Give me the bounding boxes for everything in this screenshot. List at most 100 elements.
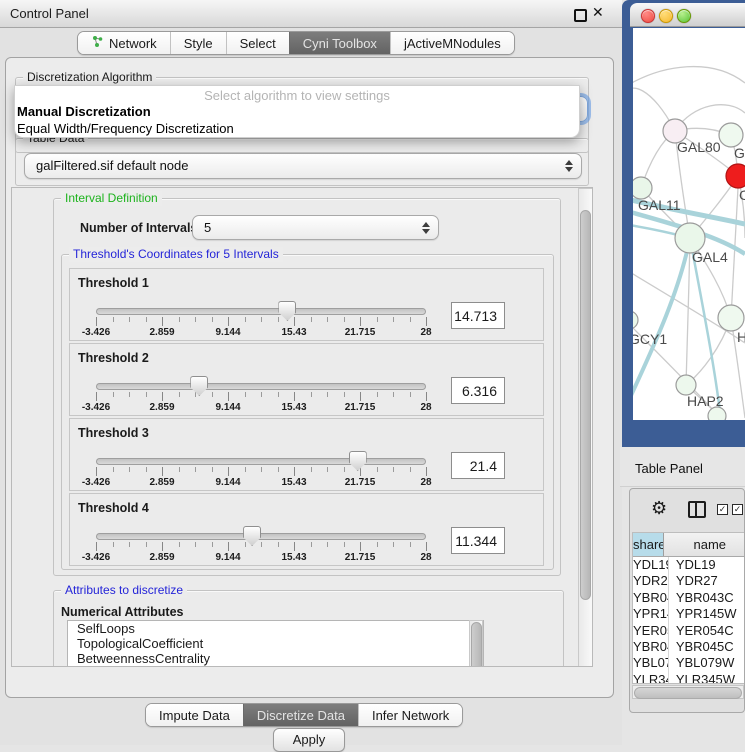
gear-icon[interactable]: ⚙: [651, 498, 667, 519]
tab-network[interactable]: Network: [78, 32, 170, 54]
table-row[interactable]: YPR145WYPR145W: [633, 606, 744, 622]
tab-style[interactable]: Style: [170, 32, 226, 54]
network-node-h[interactable]: [718, 305, 744, 331]
checkbox-icon[interactable]: ✓: [717, 504, 728, 515]
table-row[interactable]: YDL19...YDL19: [633, 557, 744, 573]
network-canvas[interactable]: GAL80GACGAL11GAL4GCY1HHAP2: [633, 28, 745, 420]
dropdown-option[interactable]: Equal Width/Frequency Discretization: [15, 120, 579, 137]
network-edge[interactable]: [731, 188, 738, 318]
attribute-list-item[interactable]: BetweennessCentrality: [68, 651, 483, 666]
threshold-slider[interactable]: -3.4262.8599.14415.4321.71528: [96, 381, 426, 415]
dropdown-placeholder-item: Select algorithm to view settings: [15, 86, 579, 103]
threshold-slider[interactable]: -3.4262.8599.14415.4321.71528: [96, 531, 426, 565]
threshold-value-field[interactable]: 11.344: [451, 527, 505, 554]
table-scrollbar-thumb[interactable]: [634, 687, 742, 699]
numerical-attributes-label: Numerical Attributes: [61, 605, 183, 619]
threshold-panel: Threshold 2 -3.4262.8599.14415.4321.7152…: [69, 343, 544, 416]
threshold-slider[interactable]: -3.4262.8599.14415.4321.71528: [96, 456, 426, 490]
table-column-header[interactable]: shared...: [633, 533, 664, 556]
table-row[interactable]: YBR043CYBR043C: [633, 590, 744, 606]
discretization-algorithm-group-label: Discretization Algorithm: [23, 70, 156, 85]
slider-ticks: [96, 317, 426, 326]
minimize-light-icon[interactable]: [659, 9, 673, 23]
network-node-c[interactable]: [726, 164, 745, 188]
table-data-group: Table Data galFiltered.sif default node: [15, 138, 589, 186]
settings-scrollbar-thumb[interactable]: [580, 210, 591, 600]
apply-button[interactable]: Apply: [273, 728, 345, 752]
table-cell: YER054C: [669, 623, 744, 639]
threshold-label: Threshold 2: [78, 351, 149, 365]
numerical-attributes-list[interactable]: SelfLoopsTopologicalCoefficientBetweenne…: [67, 620, 484, 667]
close-light-icon[interactable]: [641, 9, 655, 23]
table-horizontal-scrollbar[interactable]: [632, 685, 744, 699]
threshold-value-field[interactable]: 6.316: [451, 377, 505, 404]
attribute-list-item[interactable]: SelfLoops: [68, 621, 483, 636]
table-row[interactable]: YLR345WYLR345W: [633, 672, 744, 684]
slider-track[interactable]: [96, 383, 426, 390]
tab-jactivemnodules[interactable]: jActiveMNodules: [390, 32, 514, 54]
network-node-ga[interactable]: [719, 123, 743, 147]
table-cell: YLR345W: [633, 672, 669, 684]
table-cell: YER054C: [633, 623, 669, 639]
table-panel: ⚙ ✓ ✓ shared...name YDL19...YDL19YDR27..…: [629, 488, 745, 713]
table-cell: YDR27: [669, 573, 744, 589]
network-node-hap2[interactable]: [676, 375, 696, 395]
slider-ticks: [96, 392, 426, 401]
attribute-list-item[interactable]: TopologicalCoefficient: [68, 636, 483, 651]
threshold-label: Threshold 1: [78, 276, 149, 290]
network-node-label: GCY1: [633, 331, 667, 347]
tab-impute-data[interactable]: Impute Data: [146, 704, 243, 726]
dropdown-option[interactable]: Manual Discretization: [15, 103, 579, 120]
thresholds-group-label: Threshold's Coordinates for 5 Intervals: [69, 247, 283, 262]
network-node-label: GAL4: [692, 249, 728, 265]
threshold-value-field[interactable]: 14.713: [451, 302, 505, 329]
table-row[interactable]: YBR045CYBR045C: [633, 639, 744, 655]
top-tab-bar: NetworkStyle Select Cyni Toolbox jActiveMNo…: [77, 31, 515, 55]
tab-discretize-data[interactable]: Discretize Data: [243, 704, 358, 726]
interval-definition-group-label: Interval Definition: [61, 191, 162, 206]
table-cell: YLR345W: [669, 672, 744, 684]
slider-track[interactable]: [96, 308, 426, 315]
table-cell: YBR043C: [669, 590, 744, 606]
threshold-value-field[interactable]: 21.4: [451, 452, 505, 479]
network-window-titlebar[interactable]: [630, 3, 745, 27]
table-row[interactable]: YBL079WYBL079W: [633, 655, 744, 671]
attributes-group-label: Attributes to discretize: [61, 583, 187, 598]
tab-label: Select: [240, 36, 276, 51]
threshold-panel: Threshold 1 -3.4262.8599.14415.4321.7152…: [69, 268, 544, 341]
table-cell: YBL079W: [633, 655, 669, 671]
attributes-list-scrollbar[interactable]: [469, 620, 483, 667]
window-title: Control Panel: [10, 6, 89, 21]
network-edge[interactable]: [633, 67, 745, 88]
zoom-light-icon[interactable]: [677, 9, 691, 23]
attributes-list-scrollbar-thumb[interactable]: [471, 622, 482, 667]
table-row[interactable]: YDR27...YDR27: [633, 573, 744, 589]
threshold-slider[interactable]: -3.4262.8599.14415.4321.71528: [96, 306, 426, 340]
columns-icon[interactable]: [688, 501, 706, 518]
float-icon[interactable]: [574, 9, 587, 22]
table-column-header[interactable]: name: [664, 533, 744, 556]
tab-infer-network[interactable]: Infer Network: [358, 704, 462, 726]
network-node[interactable]: [708, 407, 726, 420]
network-node-label: GAL80: [677, 139, 721, 155]
number-of-intervals-combobox[interactable]: 5: [192, 215, 439, 240]
table-row[interactable]: YER054CYER054C: [633, 623, 744, 639]
tab-select[interactable]: Select: [226, 32, 289, 54]
slider-ticks: [96, 542, 426, 551]
slider-track[interactable]: [96, 458, 426, 465]
network-node-gcy1[interactable]: [633, 311, 638, 329]
table-cell: YDL19: [669, 557, 744, 573]
table-data-combobox[interactable]: galFiltered.sif default node: [24, 153, 582, 179]
control-panel-body: Discretization Algorithm Select algorith…: [5, 57, 614, 698]
network-node-label: GAL11: [638, 197, 681, 213]
checkbox-icon[interactable]: ✓: [732, 504, 743, 515]
tab-label: Discretize Data: [257, 708, 345, 723]
tab-cyni-toolbox[interactable]: Cyni Toolbox: [289, 32, 390, 54]
table-cell: YDR27...: [633, 573, 669, 589]
close-icon[interactable]: ✕: [592, 4, 604, 21]
settings-scrollpane: Interval Definition Number of Intervals …: [11, 187, 593, 667]
network-node-gal11[interactable]: [633, 177, 652, 199]
tab-label: jActiveMNodules: [404, 36, 501, 51]
settings-scrollbar[interactable]: [578, 188, 593, 667]
network-icon: [91, 35, 104, 51]
